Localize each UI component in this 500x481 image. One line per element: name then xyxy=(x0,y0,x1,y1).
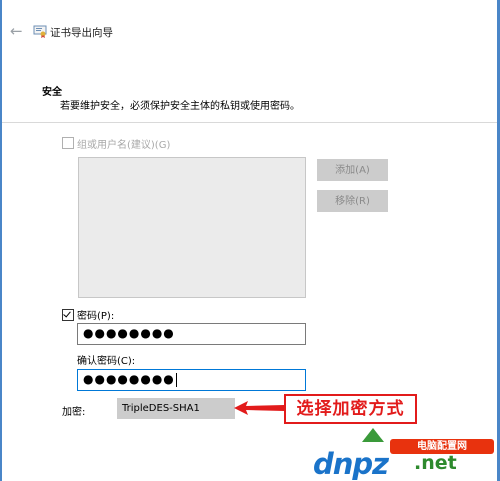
title-bar: ← 证书导出向导 xyxy=(2,0,497,50)
user-list[interactable] xyxy=(78,157,306,298)
add-button[interactable]: 添加(A) xyxy=(317,159,388,181)
password-checkbox[interactable] xyxy=(62,309,74,321)
text-caret xyxy=(175,372,177,387)
confirm-password-value: ●●●●●●●● xyxy=(83,372,175,386)
confirm-password-input[interactable]: ●●●●●●●● xyxy=(77,369,306,391)
remove-button[interactable]: 移除(R) xyxy=(317,190,388,212)
annotation-arrow-icon xyxy=(234,401,284,415)
encryption-selected-value: TripleDES-SHA1 xyxy=(122,403,200,414)
watermark-logo-tld: .net xyxy=(414,452,457,474)
encryption-select[interactable]: TripleDES-SHA1 xyxy=(117,398,235,419)
password-value: ●●●●●●●● xyxy=(83,326,175,340)
window-title: 证书导出向导 xyxy=(50,27,113,39)
group-checkbox-label: 组或用户名(建议)(G) xyxy=(77,140,171,151)
annotation-callout: 选择加密方式 xyxy=(284,394,417,424)
certificate-icon xyxy=(33,25,47,38)
confirm-password-label: 确认密码(C): xyxy=(77,356,136,367)
password-input[interactable]: ●●●●●●●● xyxy=(77,323,306,345)
encryption-label: 加密: xyxy=(62,407,86,418)
page-title: 安全 xyxy=(42,87,62,98)
password-label: 密码(P): xyxy=(77,311,115,322)
back-arrow-icon[interactable]: ← xyxy=(10,24,26,39)
page-description: 若要维护安全，必须保护安全主体的私钥或使用密码。 xyxy=(60,101,300,112)
wizard-header: 安全 若要维护安全，必须保护安全主体的私钥或使用密码。 xyxy=(2,50,497,123)
watermark-logo: dnpz xyxy=(313,447,389,481)
group-checkbox[interactable] xyxy=(62,137,74,149)
watermark-arrow-icon xyxy=(362,428,384,442)
